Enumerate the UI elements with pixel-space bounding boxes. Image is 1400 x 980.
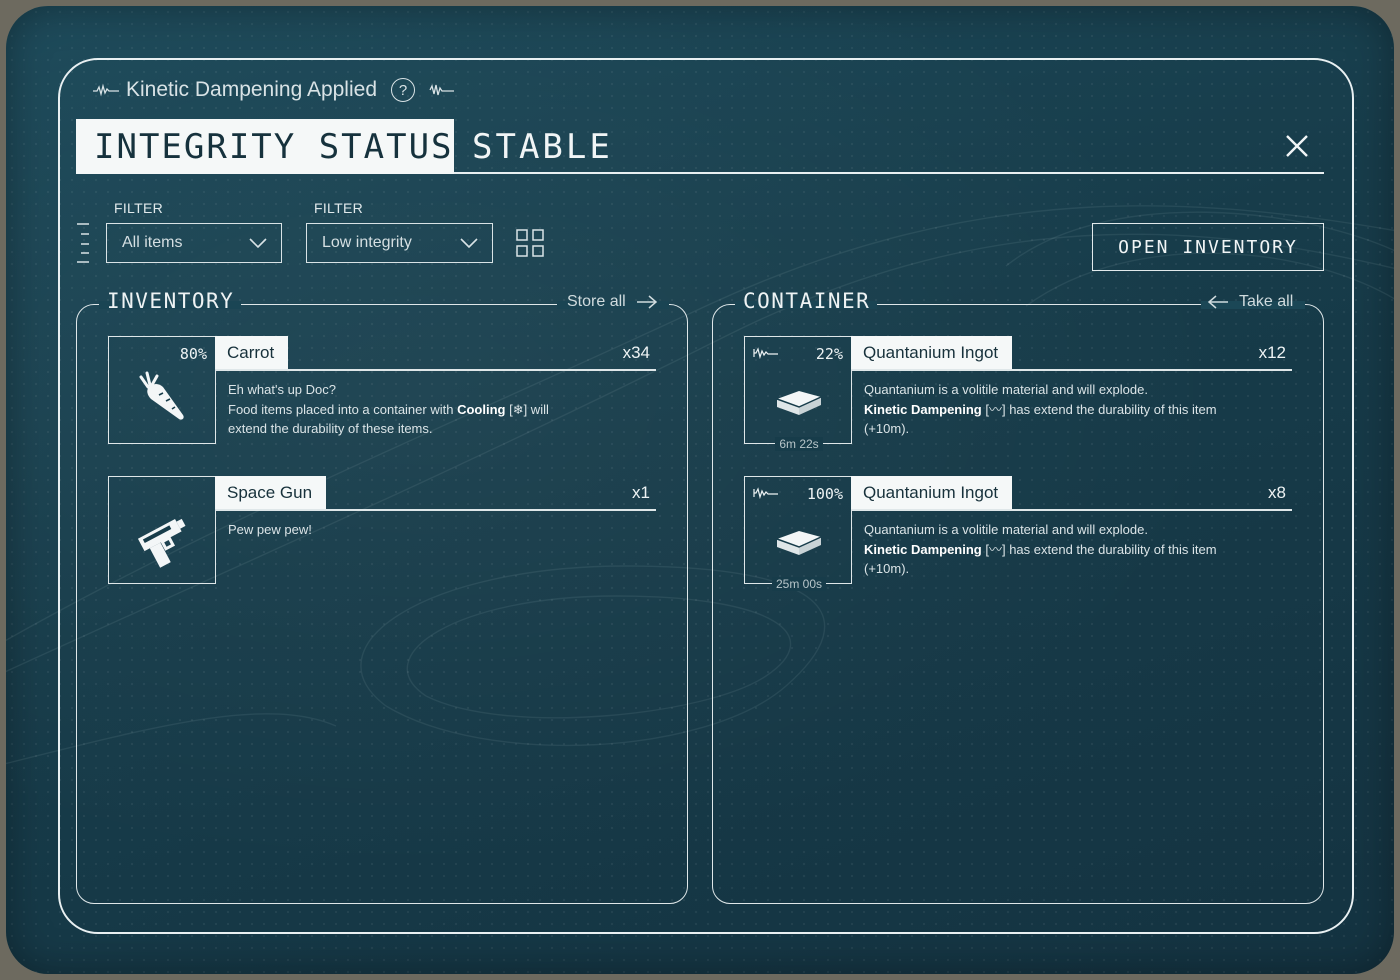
item-description: Quantanium is a volitile material and wi… — [864, 520, 1224, 579]
list-item[interactable]: Space Gun x1 Pew pew pew! — [108, 476, 656, 584]
wave-icon — [93, 83, 119, 97]
divider — [215, 509, 656, 511]
item-thumbnail: 80% — [108, 336, 216, 444]
take-all-button[interactable]: Take all — [1207, 293, 1293, 311]
timer-text: 25m 00s — [771, 577, 827, 591]
store-all-button[interactable]: Store all — [567, 293, 658, 311]
container-title: CONTAINER — [743, 289, 871, 313]
item-thumbnail: 100% 25m 00s — [744, 476, 852, 591]
header: INTEGRITY STATUS STABLE — [76, 119, 1324, 174]
description-line: Food items placed into a container with … — [228, 400, 588, 439]
list-item[interactable]: 100% 25m 00s Quantanium Ingot x8 Quantan… — [744, 476, 1292, 591]
description-keyword: Cooling — [457, 401, 506, 417]
arrow-right-icon — [636, 295, 657, 309]
wave-icon — [429, 84, 454, 96]
description-line: Eh what's up Doc? — [228, 382, 336, 397]
page-title: INTEGRITY STATUS — [76, 119, 454, 174]
description-keyword: Kinetic Dampening — [864, 401, 982, 417]
description-line: Pew pew pew! — [228, 522, 312, 537]
timer-text: 6m 22s — [775, 437, 823, 451]
open-inventory-button[interactable]: OPEN INVENTORY — [1092, 223, 1324, 271]
drag-handle-icon[interactable] — [76, 222, 90, 264]
divider — [851, 509, 1292, 511]
effect-status: Kinetic Dampening Applied ? — [92, 76, 455, 104]
container-panel: CONTAINER Take all 22% 6m 22s Quantanium… — [712, 289, 1324, 904]
take-all-label: Take all — [1239, 293, 1294, 310]
integrity-percent: 22% — [815, 345, 843, 363]
item-quantity: x1 — [632, 483, 650, 502]
item-name: Space Gun — [215, 476, 327, 510]
space-gun-icon — [137, 518, 186, 568]
ingot-icon — [776, 391, 822, 415]
carrot-icon — [139, 371, 184, 420]
inventory-title: INVENTORY — [107, 289, 235, 313]
grid-view-icon[interactable] — [516, 229, 544, 257]
item-name: Quantanium Ingot — [851, 336, 1013, 370]
item-name: Carrot — [215, 336, 289, 370]
help-icon[interactable]: ? — [391, 78, 415, 102]
close-icon[interactable] — [1284, 133, 1310, 159]
item-timer: 6m 22s — [745, 437, 853, 451]
item-quantity: x12 — [1258, 343, 1286, 362]
divider — [851, 369, 1292, 371]
list-item[interactable]: 80% Carrot x34 Eh what's up Doc? Food it… — [108, 336, 656, 444]
arrow-left-icon — [1207, 295, 1228, 309]
item-quantity: x34 — [622, 343, 650, 362]
item-description: Eh what's up Doc? Food items placed into… — [228, 380, 588, 439]
integrity-percent: 100% — [806, 485, 843, 503]
filter-select-integrity[interactable]: Low integrity — [306, 223, 493, 263]
filter-select-value: All items — [122, 234, 183, 251]
item-thumbnail — [108, 476, 216, 584]
item-description: Pew pew pew! — [228, 520, 588, 540]
ingot-icon — [776, 531, 822, 555]
integrity-percent: 80% — [179, 345, 207, 363]
divider — [215, 369, 656, 371]
item-name: Quantanium Ingot — [851, 476, 1013, 510]
kinetic-dampening-icon — [753, 487, 778, 499]
description-line: Kinetic Dampening [〰] has extend the dur… — [864, 540, 1224, 579]
filter-label: FILTER — [114, 200, 163, 216]
store-all-label: Store all — [567, 293, 626, 310]
description-text: Food items placed into a container with — [228, 401, 458, 417]
description-line: Quantanium is a volitile material and wi… — [864, 382, 1148, 397]
filter-select-items[interactable]: All items — [106, 223, 282, 263]
item-timer: 25m 00s — [745, 577, 853, 591]
item-quantity: x8 — [1268, 483, 1286, 502]
description-line: Quantanium is a volitile material and wi… — [864, 522, 1148, 537]
filter-select-value: Low integrity — [322, 234, 412, 251]
description-keyword: Kinetic Dampening — [864, 541, 982, 557]
chevron-down-icon — [249, 238, 267, 249]
filter-label: FILTER — [314, 200, 363, 216]
item-description: Quantanium is a volitile material and wi… — [864, 380, 1224, 439]
inventory-panel: INVENTORY Store all 80% Carrot x34 Eh wh… — [76, 289, 688, 904]
integrity-status-value: STABLE — [472, 126, 613, 167]
list-item[interactable]: 22% 6m 22s Quantanium Ingot x12 Quantani… — [744, 336, 1292, 451]
chevron-down-icon — [460, 238, 478, 249]
kinetic-dampening-icon — [753, 347, 778, 359]
effect-label: Kinetic Dampening Applied — [126, 78, 377, 101]
description-line: Kinetic Dampening [〰] has extend the dur… — [864, 400, 1224, 439]
item-thumbnail: 22% 6m 22s — [744, 336, 852, 451]
